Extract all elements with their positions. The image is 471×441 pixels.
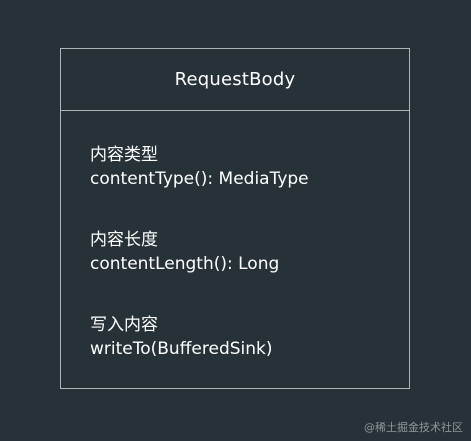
- member-signature: contentType(): MediaType: [90, 169, 309, 189]
- member-label: 内容类型: [90, 145, 158, 165]
- class-header: RequestBody: [61, 49, 409, 111]
- member-label: 写入内容: [90, 315, 158, 335]
- member-signature: contentLength(): Long: [90, 254, 280, 274]
- member-content-type: 内容类型 contentType(): MediaType: [90, 144, 309, 190]
- member-write-to: 写入内容 writeTo(BufferedSink): [90, 314, 273, 360]
- class-name: RequestBody: [174, 69, 296, 90]
- member-content-length: 内容长度 contentLength(): Long: [90, 229, 279, 275]
- member-signature: writeTo(BufferedSink): [90, 339, 273, 359]
- member-label: 内容长度: [90, 230, 158, 250]
- watermark: @稀土掘金技术社区: [364, 421, 463, 434]
- class-box-requestbody: RequestBody 内容类型 contentType(): MediaTyp…: [60, 48, 410, 389]
